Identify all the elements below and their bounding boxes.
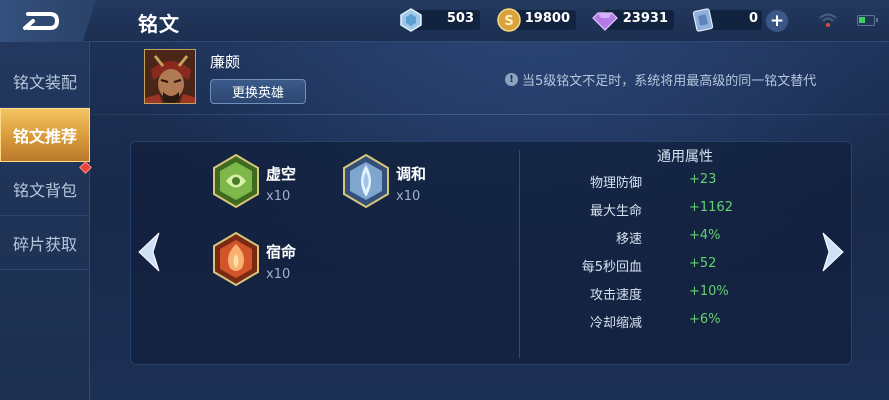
sidebar-item-rune-equip[interactable]: 铭文装配 — [0, 54, 90, 108]
currency-value: 23931 — [622, 11, 668, 26]
sidebar-item-rune-recommend[interactable]: 铭文推荐 — [0, 108, 90, 162]
battery-icon — [857, 15, 878, 26]
stat-value: +23 — [689, 172, 717, 187]
currency-coupons: 503 — [398, 8, 480, 32]
rune-name: 调和 — [396, 165, 427, 183]
hero-avatar[interactable] — [144, 49, 196, 104]
stat-name: 最大生命 — [589, 204, 642, 219]
sidebar-item-fragments[interactable]: 碎片获取 — [0, 216, 90, 270]
coupon-gem-icon — [400, 8, 422, 32]
diamond-icon — [592, 12, 618, 31]
notice-text: 当5级铭文不足时，系统将用最高级的同一铭文替代 — [522, 74, 817, 89]
currency-value: 503 — [446, 11, 474, 26]
info-icon: ! — [505, 73, 518, 86]
rune-fate-icon — [213, 232, 259, 286]
stat-value: +10% — [689, 284, 729, 299]
rune-notice: ! 当5级铭文不足时，系统将用最高级的同一铭文替代 — [505, 70, 816, 89]
stat-name: 移速 — [615, 232, 642, 247]
stat-value: +52 — [689, 256, 717, 271]
stat-name: 攻击速度 — [589, 288, 642, 303]
rune-item[interactable]: 宿命 x10 — [212, 232, 296, 286]
next-arrow-icon[interactable] — [817, 230, 849, 274]
back-button[interactable] — [0, 0, 96, 42]
stat-row: 移速 +4% — [560, 228, 820, 248]
currency-diamonds: 23931 — [592, 8, 674, 32]
rune-name: 宿命 — [266, 243, 297, 261]
currency-value: 19800 — [524, 11, 570, 26]
stat-name: 每5秒回血 — [581, 260, 642, 275]
gold-coin-icon: S — [497, 8, 521, 32]
hero-name: 廉颇 — [210, 53, 241, 71]
add-currency-button[interactable]: + — [766, 10, 788, 32]
stat-name: 物理防御 — [589, 176, 642, 191]
svg-text:S: S — [504, 14, 513, 29]
stat-value: +4% — [689, 228, 721, 243]
rune-void-icon — [213, 154, 259, 208]
currency-gold: S 19800 — [496, 8, 576, 32]
header-divider — [92, 114, 889, 115]
rune-item[interactable]: 虚空 x10 — [212, 154, 296, 208]
rune-count: x10 — [266, 267, 291, 282]
stat-name: 冷却缩减 — [589, 316, 642, 331]
sidebar: 铭文装配 铭文推荐 铭文背包 碎片获取 — [0, 42, 90, 400]
panel-divider — [519, 150, 520, 358]
rune-count: x10 — [396, 189, 421, 204]
rune-item[interactable]: 调和 x10 — [342, 154, 426, 208]
stats-title: 通用属性 — [657, 149, 713, 165]
stat-value: +6% — [689, 312, 721, 327]
top-bar: 铭文 503 S 19800 23931 0 + — [0, 0, 889, 42]
sidebar-item-rune-bag[interactable]: 铭文背包 — [0, 162, 90, 216]
hero-portrait-image — [145, 50, 195, 103]
back-arrow-icon — [23, 12, 60, 30]
change-hero-button[interactable]: 更换英雄 — [210, 79, 306, 104]
rune-harmony-icon — [343, 154, 389, 208]
stat-row: 攻击速度 +10% — [560, 284, 820, 304]
stat-row: 物理防御 +23 — [560, 172, 820, 192]
stat-value: +1162 — [689, 200, 733, 215]
stat-row: 冷却缩减 +6% — [560, 312, 820, 332]
currency-value: 0 — [748, 11, 758, 26]
previous-arrow-icon[interactable] — [133, 230, 165, 274]
stat-row: 每5秒回血 +52 — [560, 256, 820, 276]
currency-vouchers: 0 — [690, 8, 764, 32]
rune-name: 虚空 — [266, 165, 297, 183]
rune-count: x10 — [266, 189, 291, 204]
voucher-card-icon — [692, 8, 714, 32]
stat-row: 最大生命 +1162 — [560, 200, 820, 220]
wifi-icon — [819, 13, 837, 27]
page-title: 铭文 — [138, 12, 180, 36]
